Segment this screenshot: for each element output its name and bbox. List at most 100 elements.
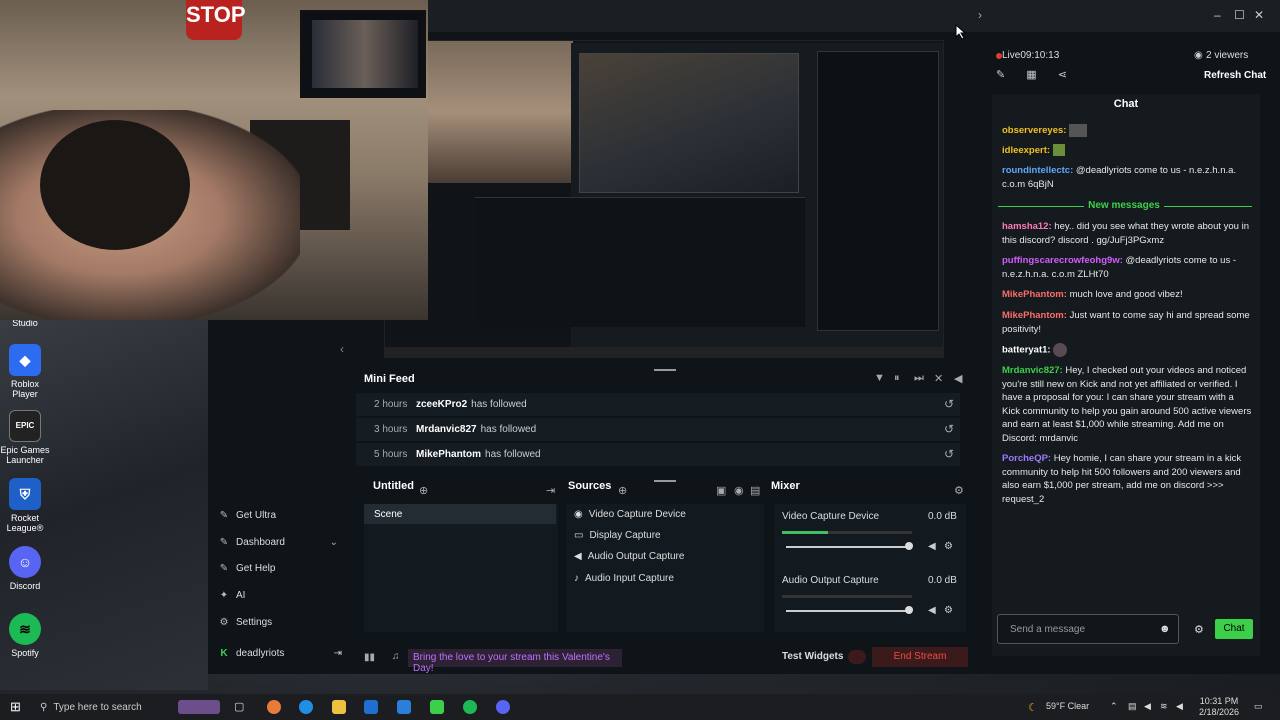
end-stream-button[interactable]: End Stream: [872, 647, 968, 667]
sidebar-item-get-ultra[interactable]: ✎ Get Ultra: [218, 505, 276, 525]
kick-studio-icon[interactable]: [430, 700, 444, 714]
replay-icon[interactable]: ↺: [944, 422, 954, 436]
desktop-icon-discord[interactable]: ☺ Discord: [0, 546, 50, 591]
replay-icon[interactable]: ↺: [944, 397, 954, 411]
speaker-icon[interactable]: ◀: [1176, 701, 1183, 712]
skip-icon[interactable]: ⏭: [914, 372, 924, 385]
replay-icon[interactable]: ↺: [944, 447, 954, 461]
edge-icon[interactable]: [299, 700, 313, 714]
source-item[interactable]: ♪ Audio Input Capture: [574, 568, 674, 588]
desktop-icon-epic[interactable]: EPIC Epic Games Launcher: [0, 410, 50, 465]
filter-icon[interactable]: ▼: [874, 372, 885, 384]
close-icon[interactable]: ✕: [1254, 8, 1264, 22]
stream-preview[interactable]: [384, 40, 944, 358]
speaker-icon[interactable]: ◀: [928, 541, 936, 552]
gear-icon[interactable]: ⚙: [954, 484, 964, 497]
source-item[interactable]: ◉ Video Capture Device: [574, 504, 686, 524]
source-item[interactable]: ◀ Audio Output Capture: [574, 546, 684, 566]
volume-icon[interactable]: ◀: [954, 372, 962, 385]
chat-username[interactable]: idleexpert:: [1002, 145, 1050, 156]
feed-user[interactable]: Mrdanvic827: [416, 424, 477, 435]
sidebar-item-get-help[interactable]: ✎ Get Help: [218, 558, 276, 578]
screen-icon[interactable]: ▣: [716, 484, 726, 497]
chat-username[interactable]: PorcheQP:: [1002, 453, 1051, 464]
gear-icon[interactable]: ⚙: [1194, 623, 1204, 636]
dashboard-icon[interactable]: ▦: [1026, 69, 1036, 81]
test-widgets-toggle[interactable]: [848, 650, 866, 664]
scene-item-selected[interactable]: Scene: [364, 504, 556, 524]
copilot-icon[interactable]: [267, 700, 281, 714]
windows-start-icon[interactable]: ⊞: [10, 699, 21, 715]
search-icon: ⚲: [40, 701, 48, 713]
promo-banner[interactable]: Bring the love to your stream this Valen…: [408, 649, 622, 674]
desktop-icon-roblox[interactable]: ◆ Roblox Player: [0, 344, 50, 399]
image-icon[interactable]: ▤: [750, 484, 760, 497]
collapse-sidebar-icon[interactable]: ‹: [340, 342, 344, 356]
store-icon[interactable]: [364, 700, 378, 714]
feed-user[interactable]: MikePhantom: [416, 449, 481, 460]
tray-overflow-icon[interactable]: ⌃: [1110, 701, 1118, 712]
desktop-icon-rocket-league[interactable]: ⛨ Rocket League®: [0, 478, 50, 533]
chat-username[interactable]: roundintellectc:: [1002, 165, 1073, 176]
sidebar-item-settings[interactable]: ⚙ Settings: [218, 612, 273, 632]
minimize-icon[interactable]: –: [1214, 8, 1221, 22]
sidebar-item-ai[interactable]: ✦ AI: [218, 585, 246, 605]
volume-slider[interactable]: [786, 546, 910, 548]
bell-icon[interactable]: ♫: [392, 651, 400, 662]
speaker-icon[interactable]: ◀: [928, 605, 936, 616]
chat-username[interactable]: MikePhantom:: [1002, 310, 1067, 321]
emoji-icon[interactable]: ☻: [1159, 623, 1171, 635]
chat-username[interactable]: batteryat1:: [1002, 345, 1051, 356]
refresh-chat-button[interactable]: Refresh Chat: [1204, 70, 1266, 81]
outlook-icon[interactable]: [397, 700, 411, 714]
volume-slider[interactable]: [786, 610, 910, 612]
gear-icon[interactable]: ⚙: [944, 605, 953, 616]
notification-icon[interactable]: ▭: [1254, 701, 1263, 712]
stats-icon[interactable]: ▮▮: [364, 652, 375, 663]
add-scene-icon[interactable]: ⊕: [419, 484, 428, 497]
chat-username[interactable]: hamsha12:: [1002, 221, 1052, 232]
mute-alerts-icon[interactable]: ✕: [934, 372, 943, 385]
sidebar-item-dashboard[interactable]: ✎ Dashboard ⌄: [218, 532, 338, 552]
new-messages-line: [1164, 206, 1252, 207]
weather-text[interactable]: 59°F Clear: [1046, 701, 1089, 711]
pause-icon[interactable]: ⏸: [894, 372, 900, 385]
add-source-icon[interactable]: ⊕: [618, 484, 627, 497]
sidebar-item-account[interactable]: Kdeadlyriots ⇥: [218, 643, 342, 663]
edit-icon[interactable]: ✎: [996, 69, 1005, 81]
sidebar-item-label: deadlyriots: [236, 647, 285, 659]
search-placeholder: Type here to search: [53, 701, 142, 713]
chevron-down-icon[interactable]: ⌄: [330, 537, 338, 548]
scenes-title: Untitled: [373, 480, 414, 492]
logout-icon[interactable]: ⇥: [334, 648, 342, 659]
file-explorer-icon[interactable]: [332, 700, 346, 714]
share-icon[interactable]: ⋖: [1058, 69, 1067, 81]
spotify-icon[interactable]: [463, 700, 477, 714]
chat-username[interactable]: Mrdanvic827:: [1002, 365, 1063, 376]
gear-icon[interactable]: ⚙: [944, 541, 953, 552]
microphone-icon: ♪: [574, 572, 579, 584]
taskbar-search[interactable]: ⚲ Type here to search: [32, 696, 172, 718]
discord-icon[interactable]: [496, 700, 510, 714]
chat-username[interactable]: MikePhantom:: [1002, 289, 1067, 300]
scene-transition-icon[interactable]: ⇥: [546, 484, 555, 497]
chat-username[interactable]: puffingscarecrowfeohg9w:: [1002, 255, 1123, 266]
clock[interactable]: 10:31 PM 2/18/2026: [1192, 696, 1246, 718]
network-icon[interactable]: ▤: [1128, 701, 1137, 712]
chat-username[interactable]: observereyes:: [1002, 125, 1066, 136]
send-chat-button[interactable]: Chat: [1215, 619, 1253, 639]
wifi-icon[interactable]: ≋: [1160, 701, 1168, 712]
volume-slider-knob[interactable]: [905, 542, 913, 550]
volume-icon[interactable]: ◀: [1144, 701, 1151, 712]
camera-icon[interactable]: ◉: [734, 484, 744, 497]
desktop-icon-spotify[interactable]: ≋ Spotify: [0, 613, 50, 658]
maximize-icon[interactable]: ☐: [1234, 8, 1245, 22]
volume-slider-knob[interactable]: [905, 606, 913, 614]
chat-input[interactable]: Send a message: [997, 614, 1179, 644]
task-view-icon[interactable]: ▢: [234, 700, 244, 713]
panel-drag-handle[interactable]: [654, 480, 676, 482]
mouse-cursor-icon: [955, 24, 967, 40]
source-item[interactable]: ▭ Display Capture: [574, 525, 661, 545]
feed-user[interactable]: zceeKPro2: [416, 399, 467, 410]
chevron-right-icon[interactable]: ›: [978, 8, 982, 22]
